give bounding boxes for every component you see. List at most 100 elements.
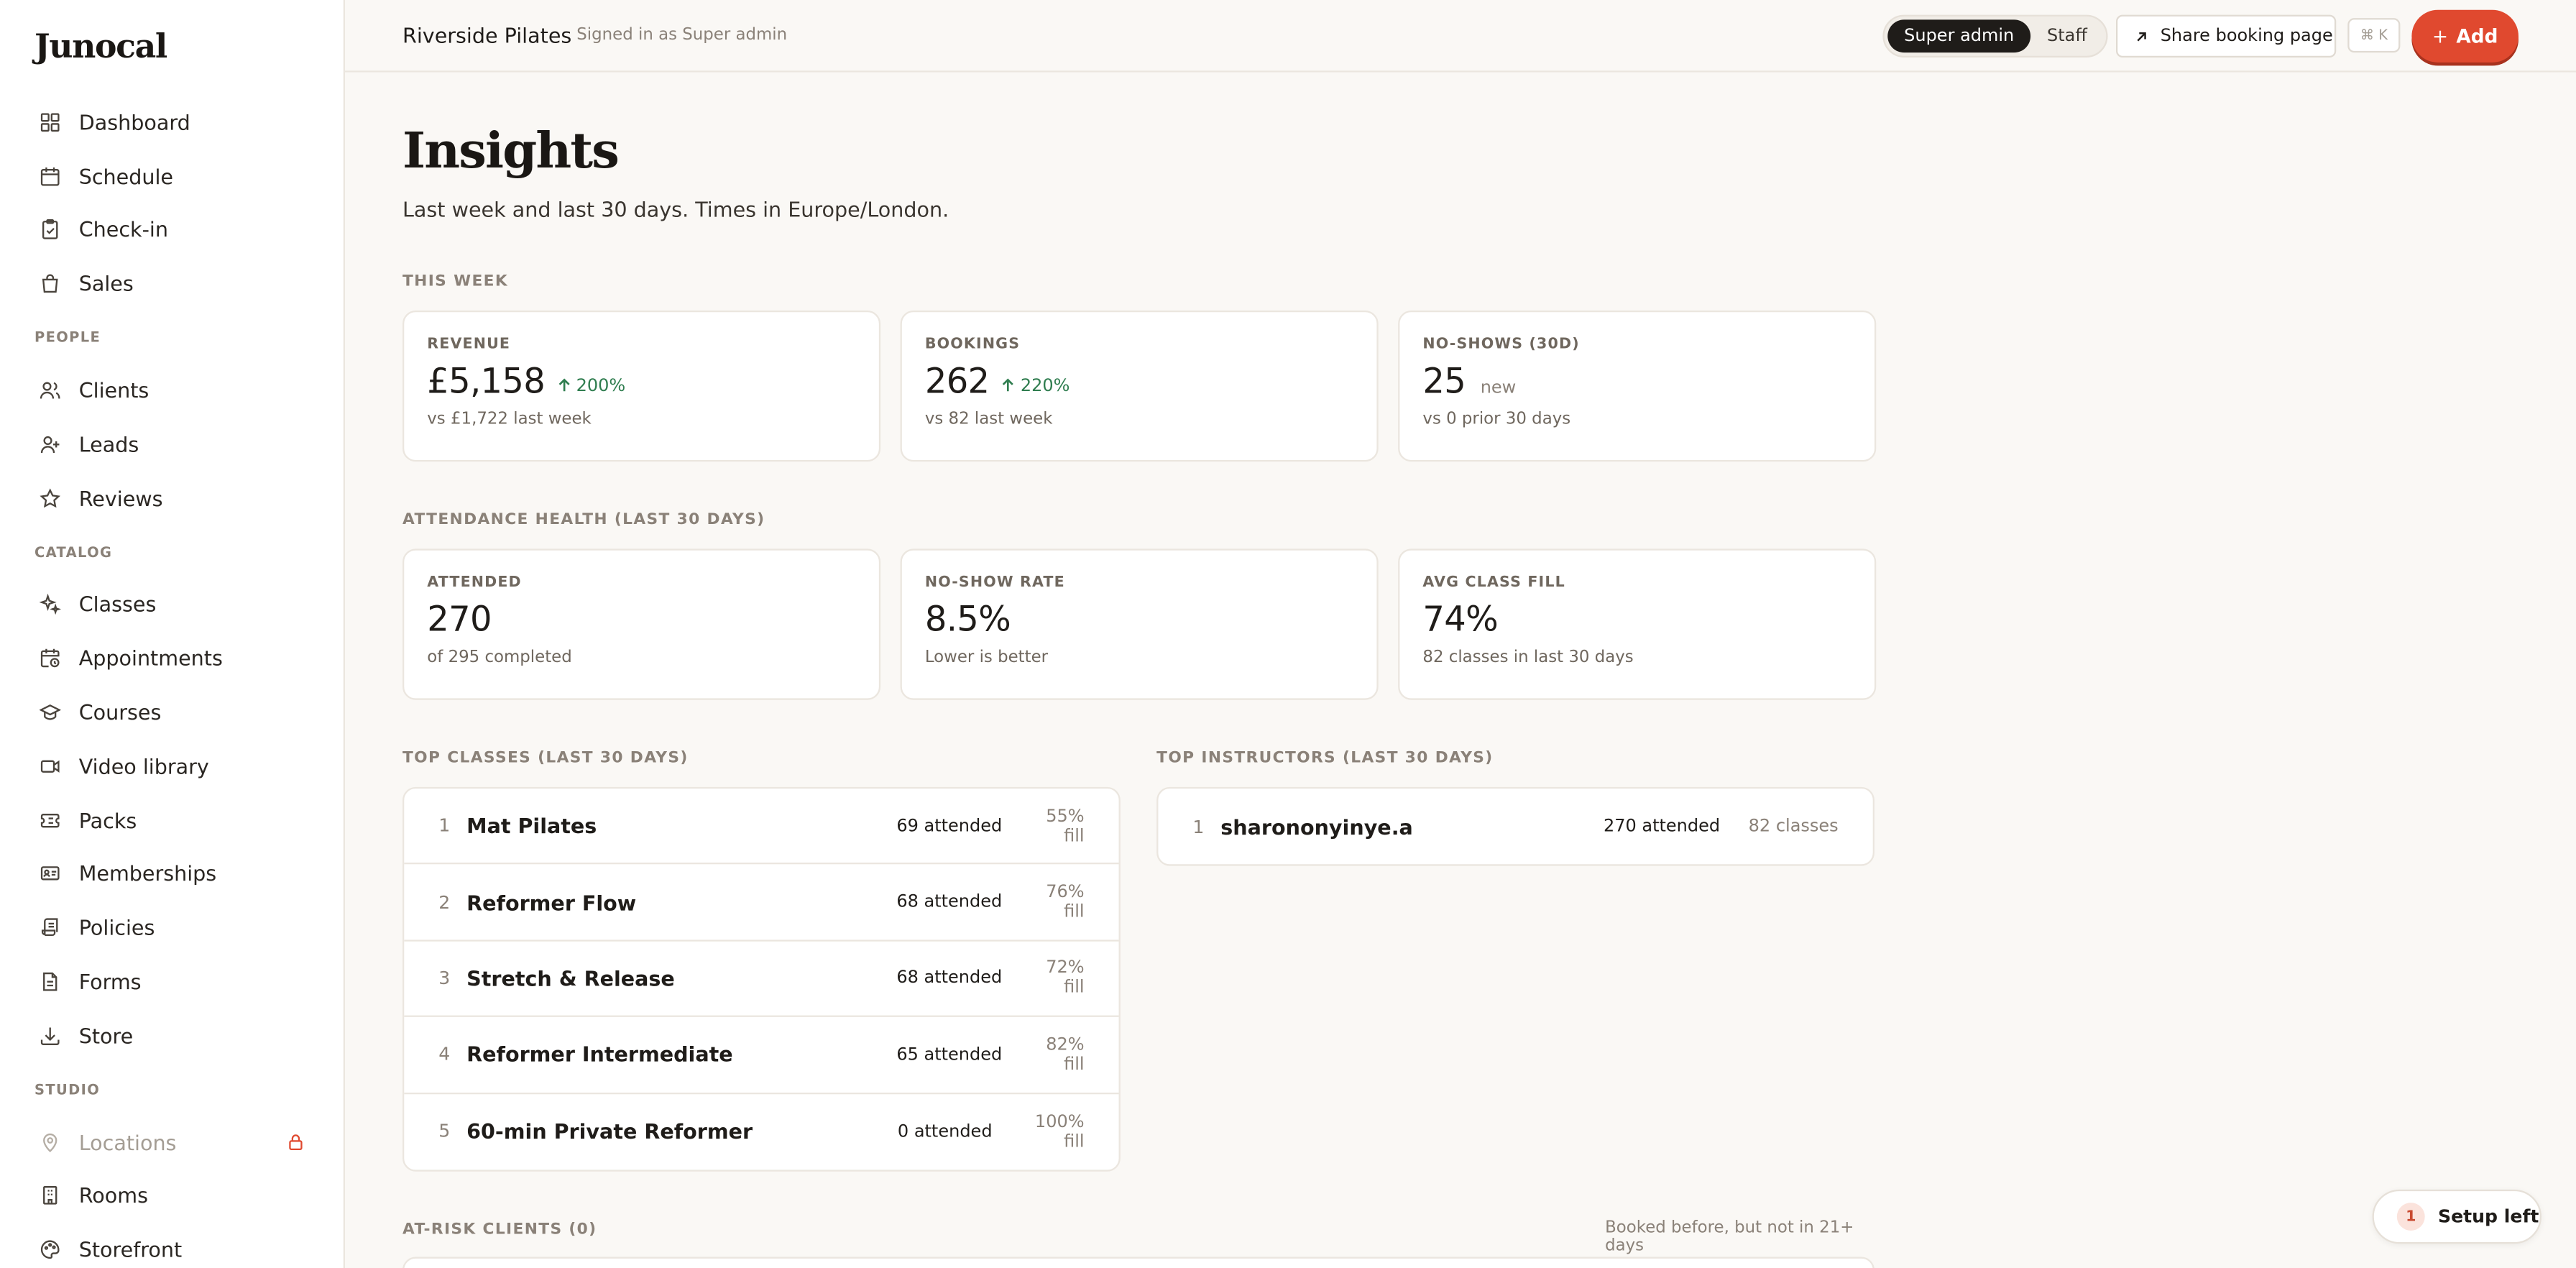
card-delta-value: 200%	[576, 375, 626, 395]
studio-name: Riverside Pilates	[402, 22, 572, 48]
topbar: Riverside Pilates Signed in as Super adm…	[344, 0, 2576, 73]
share-booking-page-button[interactable]: Share booking page	[2115, 14, 2337, 58]
list-item-name: Stretch & Release	[466, 965, 675, 991]
page-subtitle: Last week and last 30 days. Times in Eur…	[402, 197, 949, 222]
sidebar-item-leads[interactable]: Leads	[0, 418, 344, 472]
top-classes-list: 1 Mat Pilates 69 attended 55% fill 2 Ref…	[402, 786, 1121, 1172]
sidebar-item-rooms[interactable]: Rooms	[0, 1169, 344, 1223]
dashboard-icon	[40, 111, 61, 133]
top-instructors-list: 1 sharononyinye.a 270 attended 82 classe…	[1156, 786, 1874, 867]
card-new-tag: new	[1480, 377, 1517, 398]
list-item[interactable]: 4 Reformer Intermediate 65 attended 82% …	[404, 1017, 1119, 1094]
sidebar-item-sales[interactable]: Sales	[0, 257, 344, 311]
list-item[interactable]: 5 60-min Private Reformer 0 attended 100…	[404, 1093, 1118, 1170]
list-item-attended: 270 attended	[1603, 817, 1721, 837]
arrow-up-right-icon	[2134, 29, 2149, 44]
no-shows-card[interactable]: NO-SHOWS (30D) 25 new vs 0 prior 30 days	[1398, 310, 1877, 462]
card-label: ATTENDED	[427, 574, 522, 592]
sidebar-item-label: Rooms	[78, 1183, 148, 1208]
card-delta: 200%	[556, 375, 625, 395]
card-label: AVG CLASS FILL	[1422, 574, 1565, 592]
calendar-clock-icon	[40, 648, 61, 669]
list-item[interactable]: 3 Stretch & Release 68 attended 72% fill	[404, 941, 1119, 1018]
sidebar-item-storefront[interactable]: Storefront	[0, 1223, 344, 1268]
arrow-up-icon	[556, 378, 571, 393]
signed-in-label: Signed in as Super admin	[576, 26, 788, 45]
sidebar-item-classes[interactable]: Classes	[0, 578, 344, 632]
sidebar-item-locations[interactable]: Locations	[0, 1115, 344, 1169]
sidebar-item-label: Packs	[78, 807, 137, 833]
sidebar-item-store[interactable]: Store	[0, 1009, 344, 1062]
list-item[interactable]: 1 sharononyinye.a 270 attended 82 classe…	[1158, 789, 1872, 865]
setup-left-button[interactable]: 1 Setup left	[2372, 1189, 2542, 1244]
card-delta-value: 220%	[1020, 375, 1070, 395]
list-item-rank: 4	[438, 1044, 451, 1065]
ticket-icon	[40, 809, 61, 831]
bookings-card[interactable]: BOOKINGS 262 220% vs 82 last week	[900, 310, 1379, 462]
add-button[interactable]: + Add	[2411, 9, 2518, 63]
download-icon	[40, 1025, 61, 1047]
sidebar-item-packs[interactable]: Packs	[0, 793, 344, 847]
sidebar-nav: Dashboard Schedule Check-in Sales PEOPLE…	[0, 96, 344, 1268]
sidebar-item-policies[interactable]: Policies	[0, 901, 344, 955]
section-label-at-risk-clients: AT-RISK CLIENTS (0)	[402, 1221, 597, 1239]
card-subtext: 82 classes in last 30 days	[1422, 648, 1634, 667]
attended-card[interactable]: ATTENDED 270 of 295 completed	[402, 548, 881, 700]
role-option-staff[interactable]: Staff	[2030, 19, 2104, 52]
building-icon	[40, 1185, 61, 1207]
attendance-cards: ATTENDED 270 of 295 completed NO-SHOW RA…	[402, 548, 1877, 700]
sidebar-item-schedule[interactable]: Schedule	[0, 150, 344, 203]
card-subtext: of 295 completed	[427, 648, 572, 667]
arrow-up-icon	[1000, 378, 1016, 393]
sidebar-item-forms[interactable]: Forms	[0, 955, 344, 1009]
sidebar-item-label: Appointments	[78, 646, 223, 671]
at-risk-note: Booked before, but not in 21+ days	[1605, 1218, 1854, 1256]
list-item-rank: 2	[438, 891, 451, 913]
sidebar-item-appointments[interactable]: Appointments	[0, 632, 344, 686]
list-item-name: Reformer Intermediate	[466, 1042, 733, 1067]
card-subtext: vs £1,722 last week	[427, 410, 592, 429]
sidebar-item-clients[interactable]: Clients	[0, 364, 344, 418]
file-text-icon	[40, 971, 61, 993]
list-item[interactable]: 1 Mat Pilates 69 attended 55% fill	[404, 789, 1119, 865]
sidebar-item-check-in[interactable]: Check-in	[0, 203, 344, 257]
list-item-rank: 1	[1192, 816, 1205, 837]
sidebar-item-video-library[interactable]: Video library	[0, 739, 344, 793]
sidebar-item-reviews[interactable]: Reviews	[0, 471, 344, 525]
list-item-attended: 68 attended	[896, 892, 1003, 912]
app-logo[interactable]: Junocal	[34, 27, 167, 66]
sidebar-item-dashboard[interactable]: Dashboard	[0, 96, 344, 150]
sidebar-item-memberships[interactable]: Memberships	[0, 847, 344, 901]
setup-left-label: Setup left	[2437, 1205, 2539, 1228]
card-subtext: Lower is better	[924, 648, 1049, 667]
role-option-super-admin[interactable]: Super admin	[1887, 19, 2031, 53]
sidebar-section-people: PEOPLE	[34, 330, 101, 347]
list-item-rank: 1	[438, 815, 451, 837]
card-label: BOOKINGS	[924, 336, 1021, 354]
list-item-fill: 55% fill	[1046, 806, 1085, 846]
sidebar-item-label: Courses	[78, 699, 162, 725]
revenue-card[interactable]: REVENUE £5,158 200% vs £1,722 last week	[402, 310, 881, 462]
card-subtext: vs 0 prior 30 days	[1422, 410, 1571, 429]
card-label: NO-SHOWS (30D)	[1422, 336, 1580, 354]
list-item[interactable]: 2 Reformer Flow 68 attended 76% fill	[404, 865, 1119, 942]
map-pin-icon	[40, 1131, 61, 1153]
sidebar-item-label: Reviews	[78, 485, 163, 511]
list-item-name: Mat Pilates	[466, 813, 597, 839]
no-show-rate-card[interactable]: NO-SHOW RATE 8.5% Lower is better	[900, 548, 1379, 700]
card-value: 270	[427, 599, 492, 640]
sidebar-item-label: Forms	[78, 969, 142, 994]
card-value: 25	[1422, 361, 1466, 401]
sidebar-item-label: Dashboard	[78, 109, 190, 135]
graduation-cap-icon	[39, 702, 61, 723]
list-item-rank: 3	[438, 968, 451, 989]
command-shortcut-hint[interactable]: ⌘ K	[2347, 18, 2401, 53]
avg-class-fill-card[interactable]: AVG CLASS FILL 74% 82 classes in last 30…	[1398, 548, 1877, 700]
card-value: £5,158	[427, 361, 546, 401]
sidebar-item-label: Clients	[78, 377, 150, 403]
sidebar-item-courses[interactable]: Courses	[0, 686, 344, 740]
sidebar-item-label: Video library	[78, 753, 209, 779]
lock-icon	[288, 1134, 304, 1151]
sidebar-section-catalog: CATALOG	[34, 544, 113, 561]
card-label: NO-SHOW RATE	[924, 574, 1065, 592]
